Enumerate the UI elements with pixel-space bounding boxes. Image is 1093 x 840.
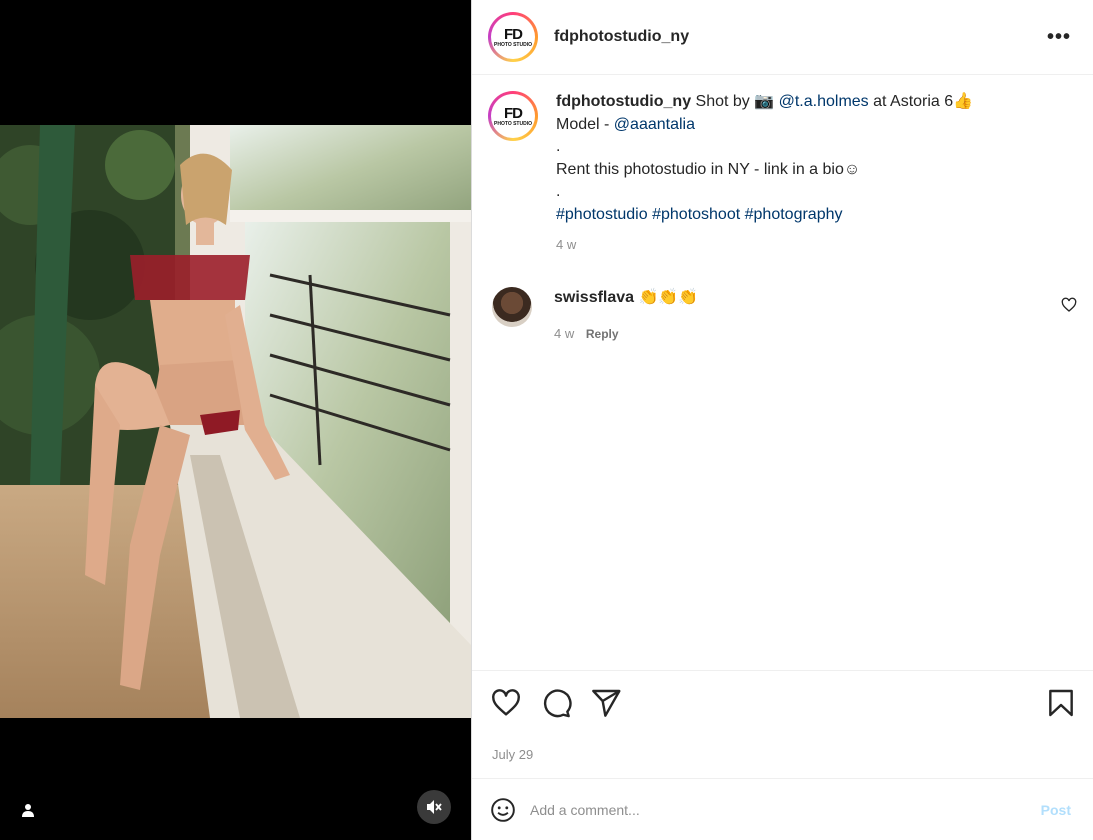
comment-age[interactable]: 4 w [554,326,574,341]
caption-username[interactable]: fdphotostudio_ny [556,93,691,110]
add-comment-bar: Post [472,778,1093,840]
bookmark-icon[interactable] [1045,687,1077,719]
comments-section: FD PHOTO STUDIO fdphotostudio_ny Shot by… [472,75,1093,670]
speaker-muted-icon [427,800,442,814]
caption-dot-1: . [556,138,561,155]
media-panel [0,0,471,840]
caption-line-4: Rent this photostudio in NY - link in a … [556,160,861,178]
comment-input[interactable] [530,801,1041,818]
user-icon [22,804,34,817]
comment-text: 👏👏👏 [634,288,699,306]
logo-fd-text: FD [504,104,523,122]
caption-line-1: fdphotostudio_ny Shot by 📷 @t.a.holmes a… [556,91,973,114]
caption-text-2: at Astoria 6👍 [868,93,974,110]
caption: FD PHOTO STUDIO fdphotostudio_ny Shot by… [488,91,1077,257]
hashtag-link[interactable]: #photography [745,206,843,223]
header-username[interactable]: fdphotostudio_ny [554,28,689,46]
reply-button[interactable]: Reply [586,327,619,341]
comment-bubble-icon[interactable] [540,687,572,719]
avatar-logo: FD PHOTO STUDIO [491,94,535,138]
caption-avatar[interactable]: FD PHOTO STUDIO [488,91,538,141]
post-header: FD PHOTO STUDIO fdphotostudio_ny ••• [472,0,1093,75]
hashtags: #photostudio #photoshoot #photography [556,204,973,227]
post-photo[interactable] [0,125,471,718]
caption-model-prefix: Model - [556,115,614,133]
comment-text-line: swissflava 👏👏👏 [554,287,698,309]
caption-text: fdphotostudio_ny Shot by 📷 @t.a.holmes a… [556,91,973,257]
commenter-username[interactable]: swissflava [554,289,634,306]
hashtag-link[interactable]: #photoshoot [652,206,740,223]
more-options-button[interactable]: ••• [1047,27,1071,47]
comment-body: swissflava 👏👏👏 4 w Reply [554,287,698,345]
post-comment-button[interactable]: Post [1041,802,1071,818]
logo-studio-text: PHOTO STUDIO [494,120,532,127]
logo-studio-text: PHOTO STUDIO [494,41,532,48]
smiley-icon[interactable] [490,797,516,823]
mention-model[interactable]: @aaantalia [614,116,695,133]
action-bar: July 29 [472,670,1093,778]
comment-meta: 4 w Reply [554,323,698,345]
comment-item: swissflava 👏👏👏 4 w Reply [488,286,1077,345]
paper-plane-icon[interactable] [590,687,622,719]
logo-fd-text: FD [504,25,523,43]
heart-icon[interactable] [490,687,522,719]
avatar-logo: FD PHOTO STUDIO [491,15,535,59]
mute-button[interactable] [417,790,451,824]
hashtag-link[interactable]: #photostudio [556,206,648,223]
mention-photographer[interactable]: @t.a.holmes [779,93,869,110]
photo-illustration [0,125,471,718]
profile-avatar[interactable]: FD PHOTO STUDIO [488,12,538,62]
commenter-avatar[interactable] [492,286,532,327]
caption-dot-2: . [556,183,561,200]
post-modal: FD PHOTO STUDIO fdphotostudio_ny ••• FD … [0,0,1093,840]
caption-text-1: Shot by 📷 [691,93,779,110]
caption-line-2: Model - @aaantalia [556,114,973,137]
comment-like-heart-icon[interactable] [1061,297,1077,313]
caption-age[interactable]: 4 w [556,234,973,257]
tagged-users-button[interactable] [14,796,42,824]
post-date[interactable]: July 29 [492,747,533,762]
post-details: FD PHOTO STUDIO fdphotostudio_ny ••• FD … [471,0,1093,840]
action-icons [490,687,1077,719]
